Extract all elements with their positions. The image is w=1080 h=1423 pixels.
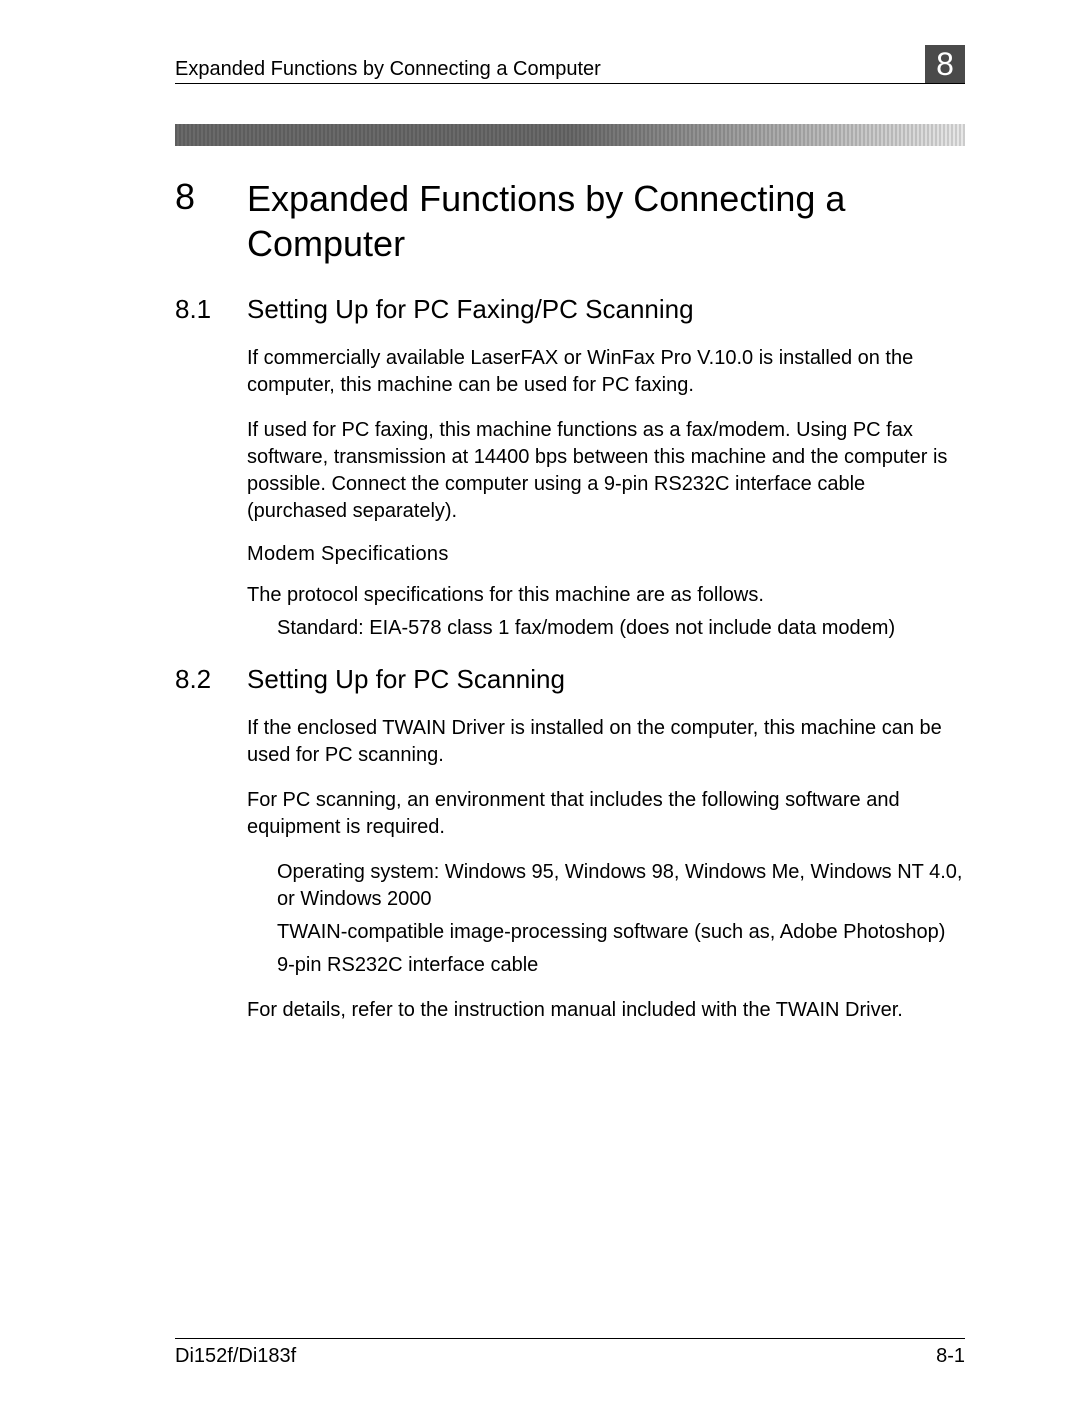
footer-page-number: 8-1 — [936, 1345, 965, 1368]
decorative-gradient-bar — [175, 124, 965, 146]
page-footer: Di152f/Di183f 8-1 — [175, 1338, 965, 1368]
chapter-number: 8 — [175, 176, 247, 218]
paragraph: If commercially available LaserFAX or Wi… — [247, 345, 965, 399]
section-title: Setting Up for PC Scanning — [247, 664, 565, 695]
list-item: Operating system: Windows 95, Windows 98… — [277, 859, 965, 913]
page-header: Expanded Functions by Connecting a Compu… — [175, 45, 965, 84]
paragraph: If the enclosed TWAIN Driver is installe… — [247, 715, 965, 769]
section-heading: 8.1 Setting Up for PC Faxing/PC Scanning — [175, 294, 965, 325]
section-number: 8.2 — [175, 664, 247, 695]
section-number: 8.1 — [175, 294, 247, 325]
paragraph: For details, refer to the instruction ma… — [247, 997, 965, 1024]
section-heading: 8.2 Setting Up for PC Scanning — [175, 664, 965, 695]
chapter-heading: 8 Expanded Functions by Connecting a Com… — [175, 176, 965, 266]
paragraph: If used for PC faxing, this machine func… — [247, 417, 965, 525]
section-title: Setting Up for PC Faxing/PC Scanning — [247, 294, 694, 325]
list-item: 9-pin RS232C interface cable — [277, 952, 965, 979]
chapter-title: Expanded Functions by Connecting a Compu… — [247, 176, 965, 266]
list-item: Standard: EIA-578 class 1 fax/modem (doe… — [277, 615, 965, 642]
header-title: Expanded Functions by Connecting a Compu… — [175, 58, 601, 81]
footer-model: Di152f/Di183f — [175, 1345, 296, 1368]
paragraph: For PC scanning, an environment that inc… — [247, 787, 965, 841]
paragraph: The protocol specifications for this mac… — [247, 582, 965, 609]
sub-heading: Modem Specifications — [247, 543, 965, 566]
chapter-badge: 8 — [925, 45, 965, 83]
list-item: TWAIN-compatible image-processing softwa… — [277, 919, 965, 946]
